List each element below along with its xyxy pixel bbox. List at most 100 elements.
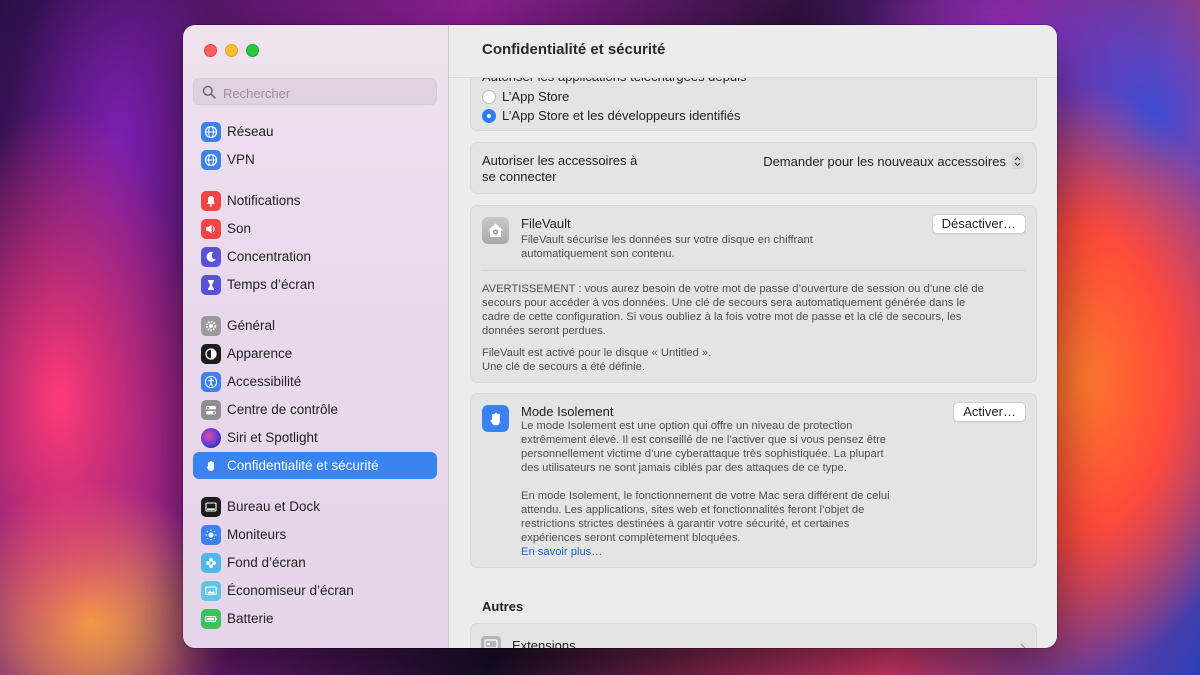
sidebar-item-notifications[interactable]: Notifications [193,187,437,214]
sidebar-item-temps-ecran[interactable]: Temps d’écran [193,271,437,298]
filevault-description-line: automatiquement son contenu. [521,248,675,260]
sidebar-item-label: Général [227,318,276,333]
filevault-house-icon [482,217,509,244]
radio-label: L’App Store et les développeurs identifi… [502,108,741,123]
sidebar-item-concentration[interactable]: Concentration [193,243,437,270]
accessories-value: Demander pour les nouveaux accessoires [763,153,1006,169]
lockdown-paragraph-2: En mode Isolement, le fonctionnement de … [521,489,890,559]
sidebar-item-label: Fond d’écran [227,555,306,570]
moon-icon [201,246,221,267]
lockdown-text-line: En mode Isolement, le fonctionnement de … [521,490,890,502]
sidebar-item-vpn[interactable]: VPN [193,146,437,173]
traffic-lights [204,44,259,57]
search-field[interactable] [193,78,437,105]
settings-window: Réseau VPN Notifications Son [183,25,1057,648]
accessories-label: Autoriser les accessoires à se connecter [482,153,637,185]
learn-more-link[interactable]: En savoir plus… [521,545,890,559]
filevault-description: FileVault sécurise les données sur votre… [521,233,813,261]
lockdown-text-line: des utilisateurs ne sont jamais ciblés p… [521,462,847,474]
globe-icon [201,121,221,142]
sidebar-item-label: Batterie [227,611,274,626]
sidebar-item-label: Économiseur d’écran [227,583,354,598]
bell-icon [201,190,221,211]
sidebar-item-centre-controle[interactable]: Centre de contrôle [193,396,437,423]
lockdown-text-line: attendu. Les applications, sites web et … [521,504,865,516]
filevault-warning-line: secours pour accéder à vos données. Une … [482,297,966,309]
lockdown-text-line: personnellement victime d’une cyberattaq… [521,448,884,460]
radio-label: L’App Store [502,89,570,104]
lockdown-activate-button[interactable]: Activer… [953,402,1026,422]
lockdown-title: Mode Isolement [521,404,614,419]
sidebar-item-label: Son [227,221,252,236]
search-input[interactable] [221,83,425,103]
divider [481,270,1026,271]
hourglass-icon [201,274,221,295]
filevault-warning-line: AVERTISSEMENT : vous aurez besoin de vot… [482,283,984,295]
sidebar-item-fond-ecran[interactable]: Fond d’écran [193,549,437,576]
sidebar-item-general[interactable]: Général [193,312,437,339]
sidebar-item-accessibilite[interactable]: Accessibilité [193,368,437,395]
accessories-label-line: se connecter [482,169,557,184]
sidebar-item-label: Accessibilité [227,374,302,389]
sidebar-item-label: Temps d’écran [227,277,315,292]
sidebar-item-son[interactable]: Son [193,215,437,242]
sidebar: Réseau VPN Notifications Son [183,25,449,648]
filevault-status-line: Une clé de secours a été définie. [482,361,645,373]
sidebar-item-confidentialite[interactable]: Confidentialité et sécurité [193,452,437,479]
extensions-row[interactable]: Extensions [470,623,1037,648]
filevault-warning-line: données seront perdues. [482,325,606,337]
accessories-label-line: Autoriser les accessoires à [482,153,638,168]
settings-content[interactable]: Autoriser les applications téléchargées … [449,25,1057,648]
sun-icon [201,524,221,545]
accessories-popup[interactable]: Demander pour les nouveaux accessoires [763,153,1024,169]
sidebar-item-bureau-dock[interactable]: Bureau et Dock [193,493,437,520]
lockdown-paragraph-1: Le mode Isolement est une option qui off… [521,419,886,475]
filevault-description-line: FileVault sécurise les données sur votre… [521,234,813,246]
lockdown-card: Mode Isolement Activer… Le mode Isolemen… [470,393,1037,568]
sidebar-item-label: Siri et Spotlight [227,430,318,445]
accessories-card: Autoriser les accessoires à se connecter… [470,142,1037,194]
radio-button[interactable] [482,89,496,104]
sidebar-item-economiseur[interactable]: Économiseur d’écran [193,577,437,604]
chevron-right-icon [1020,640,1026,648]
titlebar: Confidentialité et sécurité [449,25,1057,78]
updown-chevron-icon [1011,153,1024,169]
filevault-title: FileVault [521,216,571,231]
dock-icon [201,496,221,517]
accessibility-icon [201,371,221,392]
toggles-icon [201,399,221,420]
sidebar-item-reseau[interactable]: Réseau [193,118,437,145]
filevault-status-line: FileVault est activé pour le disque « Un… [482,347,712,359]
sidebar-item-apparence[interactable]: Apparence [193,340,437,367]
close-window-button[interactable] [204,44,217,57]
flower-icon [201,552,221,573]
lockdown-text-line: Le mode Isolement est une option qui off… [521,420,853,432]
appearance-icon [201,343,221,364]
filevault-card: FileVault FileVault sécurise les données… [470,205,1037,383]
sidebar-item-label: Apparence [227,346,293,361]
speaker-icon [201,218,221,239]
extensions-icon [481,636,501,648]
sidebar-item-label: Concentration [227,249,312,264]
sidebar-item-siri-spotlight[interactable]: Siri et Spotlight [193,424,437,451]
sidebar-item-label: Réseau [227,124,274,139]
minimize-window-button[interactable] [225,44,238,57]
lockdown-text-line: extrêmement élevé. Il est conseillé de n… [521,434,887,446]
sidebar-item-batterie[interactable]: Batterie [193,605,437,632]
filevault-disable-button[interactable]: Désactiver… [931,214,1026,234]
sidebar-item-label: Confidentialité et sécurité [227,458,379,473]
globe-icon [201,149,221,170]
radio-app-store-developers[interactable]: L’App Store et les développeurs identifi… [482,108,741,123]
sidebar-item-moniteurs[interactable]: Moniteurs [193,521,437,548]
radio-button-selected[interactable] [482,108,496,123]
zoom-window-button[interactable] [246,44,259,57]
section-heading-autres: Autres [482,599,524,614]
battery-icon [201,608,221,629]
sidebar-item-label: Bureau et Dock [227,499,321,514]
sidebar-item-label: VPN [227,152,255,167]
hand-icon [482,405,509,432]
lockdown-text-line: expériences seront complètement bloquées… [521,532,741,544]
filevault-warning: AVERTISSEMENT : vous aurez besoin de vot… [482,282,984,338]
page-title: Confidentialité et sécurité [482,41,666,58]
radio-app-store[interactable]: L’App Store [482,89,569,104]
